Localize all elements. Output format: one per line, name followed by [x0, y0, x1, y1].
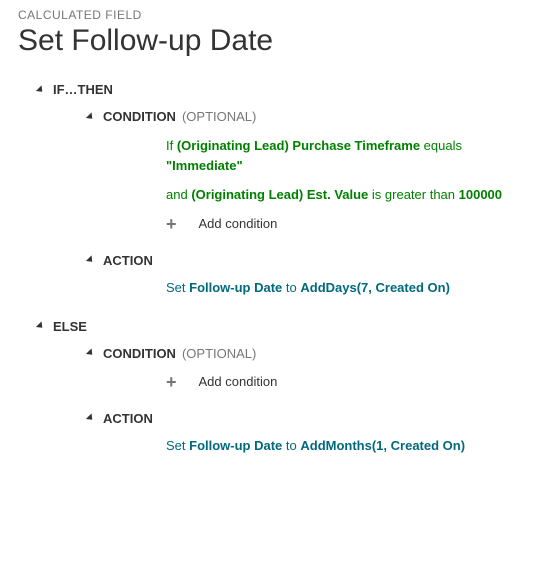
action-row[interactable]: Set Follow-up Date to AddMonths(1, Creat… [166, 438, 515, 453]
cond-field: (Originating Lead) Purchase Timeframe [177, 138, 420, 153]
add-condition-button[interactable]: + Add condition [166, 373, 515, 391]
else-action-header[interactable]: ACTION [88, 411, 515, 426]
caret-down-icon [86, 255, 95, 264]
ifthen-action-header[interactable]: ACTION [88, 253, 515, 268]
else-header[interactable]: ELSE [38, 319, 515, 334]
action-field: Follow-up Date [189, 438, 282, 453]
cond-operator: is greater than [368, 187, 458, 202]
action-row[interactable]: Set Follow-up Date to AddDays(7, Created… [166, 280, 515, 295]
add-condition-label: Add condition [199, 374, 278, 389]
cond-operator: equals [420, 138, 462, 153]
caret-down-icon [86, 112, 95, 121]
ifthen-condition-header[interactable]: CONDITION (OPTIONAL) [88, 109, 515, 124]
caret-down-icon [36, 85, 45, 94]
plus-icon: + [166, 373, 177, 391]
add-condition-button[interactable]: + Add condition [166, 215, 515, 233]
action-expr: AddDays(7, Created On) [300, 280, 450, 295]
action-title: ACTION [103, 411, 153, 426]
action-prefix: Set [166, 280, 189, 295]
cond-prefix: If [166, 138, 177, 153]
optional-label: (OPTIONAL) [182, 346, 256, 361]
action-prefix: Set [166, 438, 189, 453]
caret-down-icon [86, 348, 95, 357]
header-label: CALCULATED FIELD [18, 8, 515, 22]
cond-prefix: and [166, 187, 191, 202]
action-mid: to [282, 280, 300, 295]
action-mid: to [282, 438, 300, 453]
condition-title: CONDITION [103, 346, 176, 361]
caret-down-icon [36, 321, 45, 330]
condition-row-2[interactable]: and (Originating Lead) Est. Value is gre… [166, 185, 515, 205]
action-field: Follow-up Date [189, 280, 282, 295]
add-condition-label: Add condition [199, 216, 278, 231]
plus-icon: + [166, 215, 177, 233]
cond-field: (Originating Lead) Est. Value [191, 187, 368, 202]
condition-title: CONDITION [103, 109, 176, 124]
else-title: ELSE [53, 319, 87, 334]
page-title: Set Follow-up Date [18, 24, 515, 58]
caret-down-icon [86, 413, 95, 422]
ifthen-title: IF…THEN [53, 82, 113, 97]
cond-value: "Immediate" [166, 158, 243, 173]
action-expr: AddMonths(1, Created On) [300, 438, 465, 453]
optional-label: (OPTIONAL) [182, 109, 256, 124]
ifthen-header[interactable]: IF…THEN [38, 82, 515, 97]
cond-value: 100000 [459, 187, 502, 202]
condition-row-1[interactable]: If (Originating Lead) Purchase Timeframe… [166, 136, 515, 175]
action-title: ACTION [103, 253, 153, 268]
else-condition-header[interactable]: CONDITION (OPTIONAL) [88, 346, 515, 361]
